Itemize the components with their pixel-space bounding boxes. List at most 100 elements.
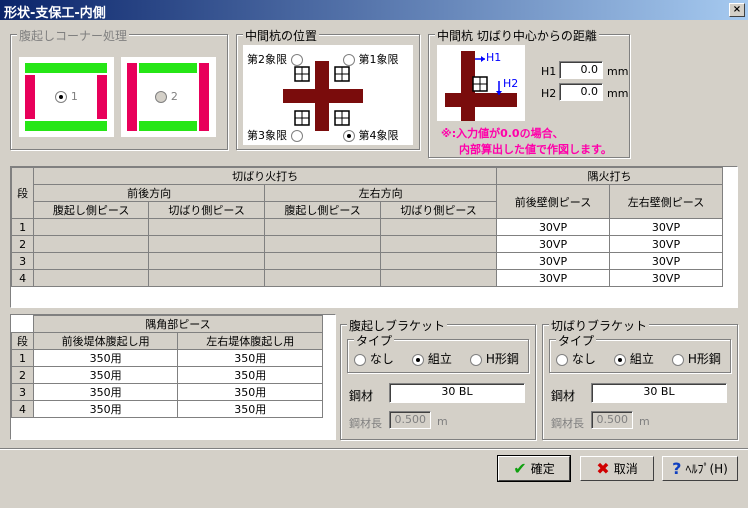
cell bbox=[33, 252, 150, 270]
corner-option-2[interactable]: 2 bbox=[121, 57, 216, 137]
hara-none-radio[interactable] bbox=[354, 353, 366, 366]
cross-icon: ✖ bbox=[596, 459, 610, 478]
hara-len-field[interactable]: 0.500 bbox=[389, 411, 431, 429]
corner1-left-beam bbox=[25, 75, 35, 119]
zengo-wall-header: 前後壁側ピース bbox=[496, 184, 610, 219]
corner-group: 腹起しコーナー処理 1 2 bbox=[10, 27, 228, 150]
row-number: 4 bbox=[11, 400, 34, 418]
q3-label: 第3象限 bbox=[247, 129, 287, 142]
help-button[interactable]: ? ﾍﾙﾌﾟ(H) bbox=[662, 456, 738, 481]
ok-button[interactable]: ✔ 確定 bbox=[497, 455, 571, 482]
corner-radio-2[interactable] bbox=[155, 90, 167, 103]
title-bar: 形状-支保工-内側 × bbox=[0, 0, 748, 21]
separator bbox=[0, 448, 748, 450]
kiri-none-radio[interactable] bbox=[556, 353, 568, 366]
q3-radio[interactable] bbox=[290, 130, 303, 142]
cell[interactable]: 30VP bbox=[609, 218, 723, 236]
h2-unit: mm bbox=[607, 87, 629, 100]
cell[interactable]: 350用 bbox=[177, 400, 323, 418]
cell[interactable]: 30VP bbox=[609, 235, 723, 253]
hara-h-label: H形鋼 bbox=[485, 352, 519, 366]
table-row: 1 30VP 30VP bbox=[10, 218, 723, 236]
row-number: 2 bbox=[11, 366, 34, 384]
corner2-left-beam bbox=[127, 63, 137, 131]
dan-header: 段 bbox=[10, 167, 35, 219]
main-table: 段切ばり火打ち 隅火打ち 前後方向 左右方向 前後壁側ピース 左右壁側ピース 腹起し側ピ… bbox=[10, 167, 723, 287]
hara-h-radio[interactable] bbox=[470, 353, 482, 366]
table-row: 1 350用 350用 bbox=[11, 349, 323, 367]
pile-cross-diagram bbox=[283, 61, 363, 131]
corner1-right-beam bbox=[97, 75, 107, 119]
kiri-len-field[interactable]: 0.500 bbox=[591, 411, 633, 429]
h1-input[interactable]: 0.0 bbox=[559, 61, 603, 79]
cell[interactable]: 350用 bbox=[177, 349, 323, 367]
corner-radio-1[interactable] bbox=[55, 90, 67, 103]
close-button[interactable]: × bbox=[729, 3, 745, 17]
zengo-kiri-header: 切ばり側ピース bbox=[148, 201, 266, 219]
cell bbox=[33, 218, 150, 236]
kiri-kouzai-field[interactable]: 30 BL bbox=[591, 383, 727, 403]
hara-kumi-radio[interactable] bbox=[412, 353, 424, 366]
hara-kouzai-field[interactable]: 30 BL bbox=[389, 383, 525, 403]
cell[interactable]: 350用 bbox=[32, 383, 179, 401]
cell bbox=[264, 218, 382, 236]
cell[interactable]: 30VP bbox=[496, 235, 610, 253]
cell bbox=[380, 252, 498, 270]
cell bbox=[148, 269, 266, 287]
kiri-none-label: なし bbox=[571, 352, 596, 366]
sayu-kiri-header: 切ばり側ピース bbox=[380, 201, 498, 219]
cell[interactable]: 30VP bbox=[609, 252, 723, 270]
kiri-h-radio[interactable] bbox=[672, 353, 684, 366]
corner-table-blank bbox=[11, 315, 34, 333]
corner-radio-1-label: 1 bbox=[70, 90, 78, 103]
cell[interactable]: 350用 bbox=[177, 383, 323, 401]
corner-table-title: 隅角部ピース bbox=[32, 315, 324, 333]
table-row: 3 350用 350用 bbox=[11, 383, 323, 401]
pile-position-panel: 第2象限 第1象限 第3象限 第4象限 bbox=[243, 45, 413, 145]
cell[interactable]: 350用 bbox=[32, 349, 179, 367]
kiri-type-group: タイプ なし 組立 H形鋼 bbox=[549, 332, 731, 373]
cell bbox=[380, 235, 498, 253]
h1-label: H1 bbox=[541, 65, 557, 78]
cancel-button[interactable]: ✖ 取消 bbox=[580, 456, 654, 481]
corner-group-label: 腹起しコーナー処理 bbox=[17, 27, 130, 44]
kiri-type-label: タイプ bbox=[556, 332, 597, 349]
corner-option-1[interactable]: 1 bbox=[19, 57, 114, 137]
kiri-kumi-radio[interactable] bbox=[614, 353, 626, 366]
sayu-hara-header: 腹起し側ピース bbox=[264, 201, 382, 219]
cell bbox=[148, 235, 266, 253]
table-row: 2 30VP 30VP bbox=[10, 235, 723, 253]
corner-col1-header: 前後堤体腹起し用 bbox=[32, 332, 179, 350]
q4-radio[interactable] bbox=[343, 130, 355, 142]
cell[interactable]: 30VP bbox=[496, 269, 610, 287]
row-number: 3 bbox=[10, 252, 35, 270]
pile-distance-group: 中間杭 切ばり中心からの距離 H1 H2 H1 0.0 mm H2 0.0 mm… bbox=[428, 27, 630, 158]
window-title: 形状-支保工-内側 bbox=[4, 6, 106, 21]
table-row: 4 30VP 30VP bbox=[10, 269, 723, 287]
kiri-bracket-group: 切ばりブラケット タイプ なし 組立 H形鋼 鋼材 30 BL 鋼材長 0.50… bbox=[542, 317, 738, 440]
q1-label: 第1象限 bbox=[358, 53, 399, 66]
cell[interactable]: 350用 bbox=[177, 366, 323, 384]
cell bbox=[264, 252, 382, 270]
row-number: 4 bbox=[10, 269, 35, 287]
cell[interactable]: 30VP bbox=[496, 218, 610, 236]
corner-dan-header: 段 bbox=[11, 332, 34, 350]
check-icon: ✔ bbox=[513, 459, 527, 478]
pile-distance-diagram: H1 H2 bbox=[437, 45, 525, 121]
q2-label: 第2象限 bbox=[247, 53, 287, 66]
corner2-top-beam bbox=[139, 63, 197, 73]
kiri-h-label: H形鋼 bbox=[687, 352, 721, 366]
cell[interactable]: 30VP bbox=[609, 269, 723, 287]
h2-input[interactable]: 0.0 bbox=[559, 83, 603, 101]
cell[interactable]: 350用 bbox=[32, 366, 179, 384]
cell[interactable]: 30VP bbox=[496, 252, 610, 270]
corner-radio-2-label: 2 bbox=[170, 90, 178, 103]
hara-type-label: タイプ bbox=[354, 332, 395, 349]
corner2-bottom-beam bbox=[139, 121, 197, 131]
zengo-header: 前後方向 bbox=[33, 184, 266, 202]
cell[interactable]: 350用 bbox=[32, 400, 179, 418]
zengo-hara-header: 腹起し側ピース bbox=[33, 201, 150, 219]
kiri-kumi-label: 組立 bbox=[629, 352, 654, 366]
pile-position-group: 中間杭の位置 第2象限 第1象限 第3象限 第4象限 bbox=[236, 27, 420, 150]
corner1-bottom-beam bbox=[25, 121, 107, 131]
